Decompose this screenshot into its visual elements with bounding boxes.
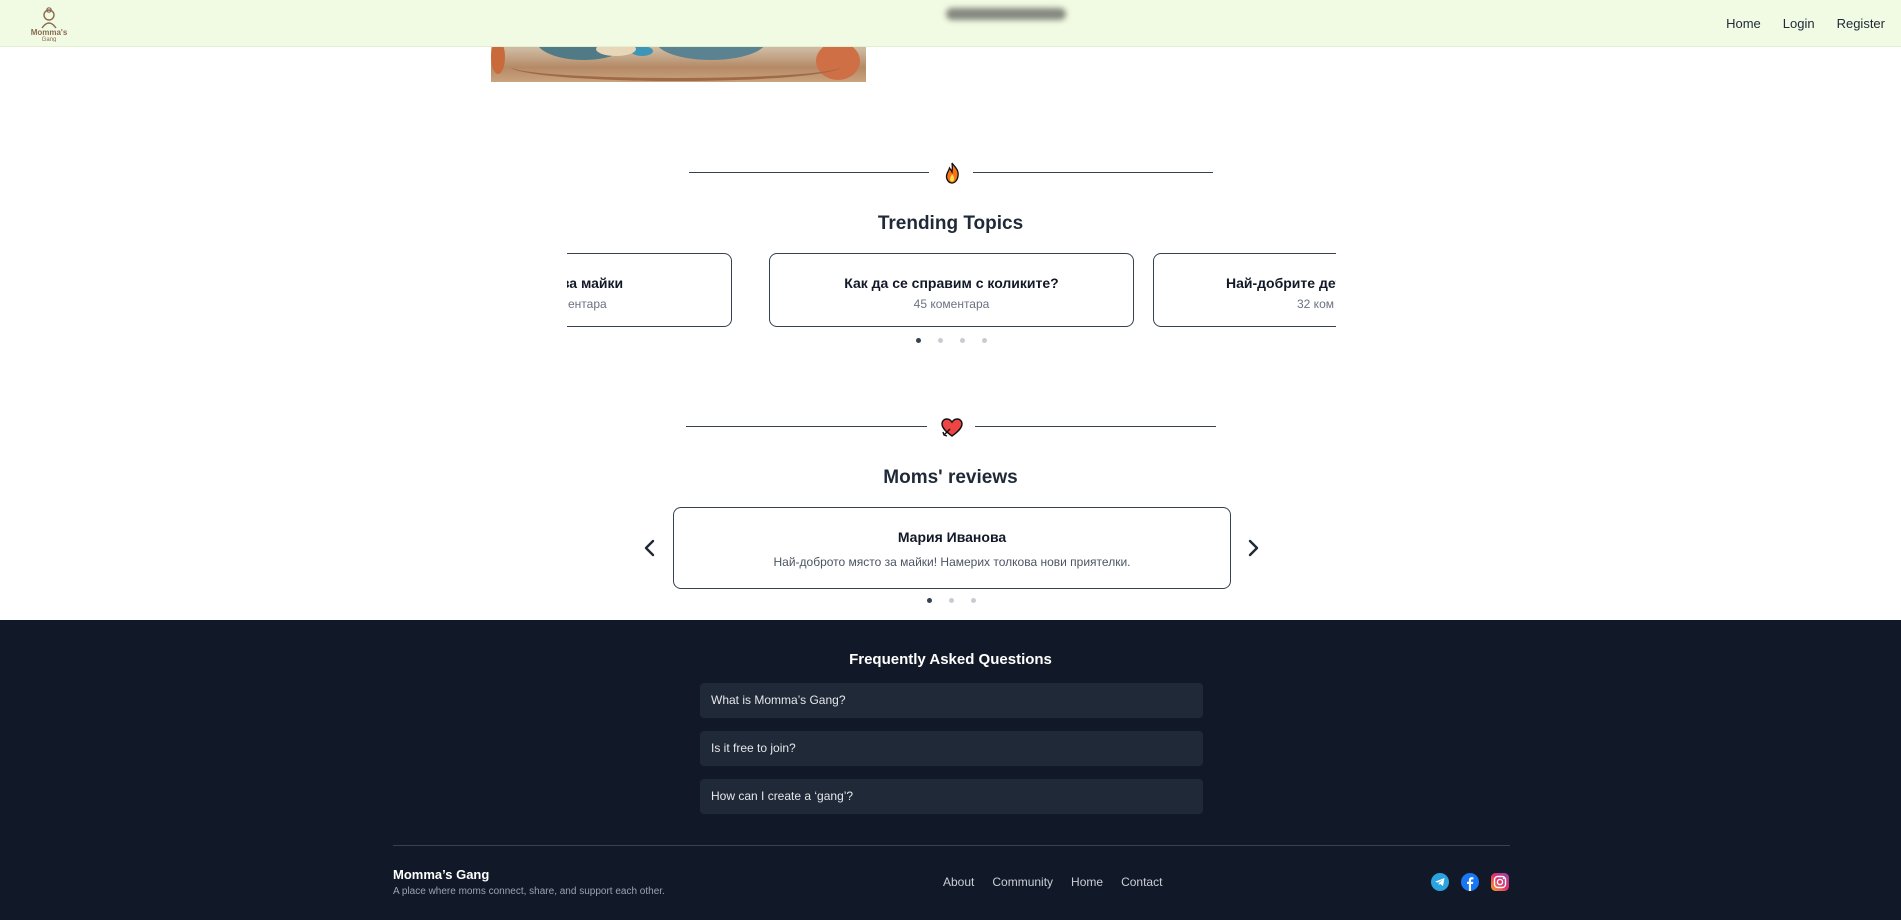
- svg-text:Gang: Gang: [42, 37, 57, 42]
- social-links: [1431, 873, 1509, 891]
- reviewer-name: Мария Иванова: [897, 529, 1007, 545]
- trending-carousel: ъщи за майки ентара Как да се справим с …: [567, 253, 1336, 331]
- reviews-pagination: [927, 598, 976, 603]
- nav-home-link[interactable]: Home: [1726, 16, 1761, 31]
- footer-tagline: A place where moms connect, share, and s…: [393, 886, 665, 897]
- footer: Frequently Asked Questions What is Momma…: [0, 620, 1901, 920]
- pagination-dot[interactable]: [982, 338, 987, 343]
- footer-divider: [393, 845, 1510, 846]
- faq-question[interactable]: How can I create a ‘gang’?: [700, 779, 1203, 814]
- chevron-left-icon: [644, 539, 655, 557]
- reviews-divider: [686, 415, 1216, 439]
- trending-pagination: [916, 338, 987, 343]
- pagination-dot[interactable]: [927, 598, 932, 603]
- footer-about-link[interactable]: About: [943, 875, 974, 889]
- heart-icon: [940, 415, 964, 439]
- footer-links: About Community Home Contact: [943, 875, 1162, 889]
- nav-register-link[interactable]: Register: [1837, 16, 1885, 31]
- topic-comments: 45 коментара: [913, 297, 990, 311]
- reviews-title: Moms' reviews: [883, 467, 1018, 488]
- nav-links: Home Login Register: [1726, 0, 1885, 46]
- footer-contact-link[interactable]: Contact: [1121, 875, 1162, 889]
- trending-divider: [689, 161, 1213, 185]
- reviews-prev-button[interactable]: [640, 536, 660, 560]
- faq-question[interactable]: Is it free to join?: [700, 731, 1203, 766]
- topic-comments: 32 ком: [1297, 297, 1334, 311]
- topic-comments: ентара: [568, 297, 607, 311]
- topic-title: Как да се справим с коликите?: [844, 275, 1059, 291]
- footer-brand: Momma’s Gang: [393, 867, 490, 882]
- pagination-dot[interactable]: [960, 338, 965, 343]
- footer-home-link[interactable]: Home: [1071, 875, 1103, 889]
- momma-gang-logo[interactable]: Momma's Gang: [28, 6, 70, 42]
- topic-title: ъщи за майки: [567, 275, 624, 291]
- svg-text:Momma's: Momma's: [31, 28, 68, 37]
- trending-title: Trending Topics: [877, 213, 1024, 234]
- instagram-icon[interactable]: [1491, 873, 1509, 891]
- topic-title: Най-добрите дет: [1226, 275, 1336, 291]
- topic-card[interactable]: Най-добрите дет 32 ком: [1153, 253, 1336, 327]
- fire-icon: [940, 161, 964, 185]
- hero-shadow: [946, 8, 1066, 20]
- pagination-dot[interactable]: [916, 338, 921, 343]
- pagination-dot[interactable]: [949, 598, 954, 603]
- chevron-right-icon: [1248, 539, 1259, 557]
- faq-title: Frequently Asked Questions: [849, 651, 1052, 668]
- topic-card[interactable]: ъщи за майки ентара: [567, 253, 732, 327]
- review-card: Мария Иванова Най-доброто място за майки…: [673, 507, 1231, 589]
- review-text: Най-доброто място за майки! Намерих толк…: [773, 555, 1131, 569]
- topic-card[interactable]: Как да се справим с коликите? 45 комента…: [769, 253, 1134, 327]
- reviews-next-button[interactable]: [1243, 536, 1263, 560]
- nav-login-link[interactable]: Login: [1783, 16, 1815, 31]
- pagination-dot[interactable]: [971, 598, 976, 603]
- facebook-icon[interactable]: [1461, 873, 1479, 891]
- pagination-dot[interactable]: [938, 338, 943, 343]
- footer-community-link[interactable]: Community: [992, 875, 1053, 889]
- telegram-icon[interactable]: [1431, 873, 1449, 891]
- faq-question[interactable]: What is Momma’s Gang?: [700, 683, 1203, 718]
